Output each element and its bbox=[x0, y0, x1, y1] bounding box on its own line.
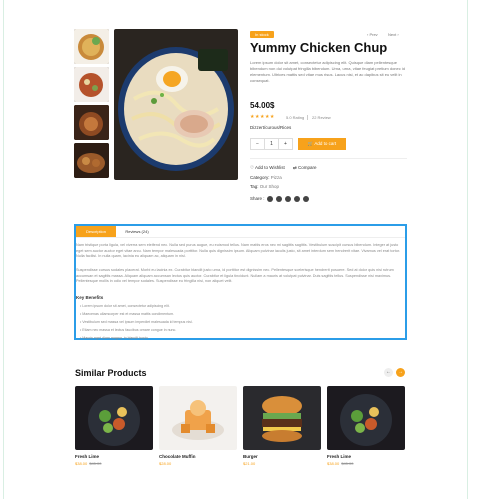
product-title: Yummy Chicken Chup bbox=[250, 40, 388, 55]
prev-link[interactable]: ‹ Prev bbox=[367, 31, 378, 38]
rating-value: 5.0 Rating bbox=[286, 115, 305, 120]
arrow-left-icon: ← bbox=[386, 369, 391, 375]
product-card-image[interactable] bbox=[243, 386, 321, 450]
description-paragraph-1: Nam tristique porta ligula, vel viverra … bbox=[76, 243, 401, 258]
product-card-name[interactable]: Burger bbox=[243, 454, 321, 459]
category-value[interactable]: Pizza bbox=[271, 175, 282, 180]
qty-value[interactable]: 1 bbox=[264, 139, 279, 149]
category-row: Category: Pizza bbox=[250, 175, 282, 180]
product-card-name[interactable]: Chocolate Muffin bbox=[159, 454, 237, 459]
benefit-item: • Mauris eget diam magna, in blandit tur… bbox=[80, 336, 149, 340]
diet-label: Dizzert/curous/Rices bbox=[250, 125, 292, 130]
product-card-name[interactable]: Fresh Lime bbox=[75, 454, 153, 459]
page-border-left bbox=[3, 0, 4, 499]
benefit-item: • Etiam nec massa et lectus faucibus orn… bbox=[80, 328, 177, 332]
product-card[interactable]: Chocolate Muffin $28.00 bbox=[159, 386, 237, 466]
rating-stars: ★★★★★ bbox=[250, 114, 275, 120]
chevron-right-icon: › bbox=[396, 32, 399, 37]
benefit-item: • Vestibulum sed massa vel ipsum imperdi… bbox=[80, 320, 193, 324]
benefit-item: • Maecenas ullamcorper est et massa matt… bbox=[80, 312, 175, 316]
thumbnail-2[interactable] bbox=[74, 67, 109, 102]
page-border-right bbox=[467, 0, 468, 499]
rating-divider bbox=[307, 115, 308, 120]
similar-products-title: Similar Products bbox=[75, 368, 147, 378]
product-card-old-price: $45.00 bbox=[341, 461, 354, 466]
product-card-price: $38.00 bbox=[75, 461, 88, 466]
tab-reviews[interactable]: Reviews (24) bbox=[118, 226, 156, 237]
thumbnail-1[interactable] bbox=[74, 29, 109, 64]
review-count[interactable]: 22 Review bbox=[312, 115, 331, 120]
description-tabs-panel: Description Reviews (24) Nam tristique p… bbox=[74, 224, 407, 340]
product-card[interactable]: Fresh Lime $38.00 $45.00 bbox=[75, 386, 153, 466]
linkedin-icon[interactable] bbox=[294, 196, 300, 202]
facebook-icon[interactable] bbox=[267, 196, 273, 202]
qty-minus-button[interactable]: − bbox=[251, 139, 264, 149]
product-card-price: $21.00 bbox=[243, 461, 256, 466]
product-card-name[interactable]: Fresh Lime bbox=[327, 454, 405, 459]
quantity-stepper[interactable]: − 1 + bbox=[250, 138, 293, 150]
product-card-price: $38.00 bbox=[327, 461, 340, 466]
add-to-cart-label: Add to cart bbox=[314, 141, 337, 146]
product-card-image[interactable] bbox=[327, 386, 405, 450]
thumbnail-4[interactable] bbox=[74, 143, 109, 178]
compare-label: Compare bbox=[298, 165, 317, 170]
wishlist-label: Add to Wishlist bbox=[255, 165, 285, 170]
stock-badge: In stock bbox=[250, 31, 274, 38]
product-card-price: $28.00 bbox=[159, 461, 172, 466]
product-card-image[interactable] bbox=[75, 386, 153, 450]
tag-value[interactable]: Our Shop bbox=[260, 184, 279, 189]
product-description: Lorem ipsum dolor sit amet, consectetur … bbox=[250, 60, 405, 83]
add-to-cart-button[interactable]: 🛒 Add to cart bbox=[298, 138, 346, 150]
description-paragraph-2: Suspendisse cursus sodales placerat. Mor… bbox=[76, 268, 394, 283]
wishlist-link[interactable]: ♡ Add to Wishlist bbox=[250, 165, 285, 171]
compare-link[interactable]: ⇄ Compare bbox=[293, 165, 317, 171]
key-benefits-heading: Key Benefits bbox=[76, 295, 104, 300]
arrow-right-icon: → bbox=[398, 369, 403, 375]
next-link[interactable]: Next › bbox=[388, 31, 399, 38]
product-price: 54.00$ bbox=[250, 101, 275, 110]
qty-plus-button[interactable]: + bbox=[279, 139, 292, 149]
share-label: Share : bbox=[250, 196, 265, 201]
info-divider bbox=[250, 158, 407, 159]
main-product-image bbox=[114, 29, 238, 180]
twitter-icon[interactable] bbox=[276, 196, 282, 202]
product-card[interactable]: Burger $21.00 bbox=[243, 386, 321, 466]
product-card-image[interactable] bbox=[159, 386, 237, 450]
tag-label: Tag: bbox=[250, 184, 259, 189]
category-label: Category: bbox=[250, 175, 270, 180]
thumbnail-3[interactable] bbox=[74, 105, 109, 140]
share-icons bbox=[267, 196, 309, 202]
product-card-old-price: $45.00 bbox=[89, 461, 102, 466]
tag-row: Tag: Our Shop bbox=[250, 184, 279, 189]
similar-prev-button[interactable]: ← bbox=[384, 368, 393, 377]
instagram-icon[interactable] bbox=[303, 196, 309, 202]
next-label: Next bbox=[388, 32, 397, 37]
prev-label: Prev bbox=[369, 32, 378, 37]
product-card[interactable]: Fresh Lime $38.00 $45.00 bbox=[327, 386, 405, 466]
tab-divider bbox=[76, 237, 405, 238]
similar-next-button[interactable]: → bbox=[396, 368, 405, 377]
benefit-item: • Lorem ipsum dolor sit amet, consectetu… bbox=[80, 304, 170, 308]
pinterest-icon[interactable] bbox=[285, 196, 291, 202]
tab-description[interactable]: Description bbox=[76, 226, 116, 237]
